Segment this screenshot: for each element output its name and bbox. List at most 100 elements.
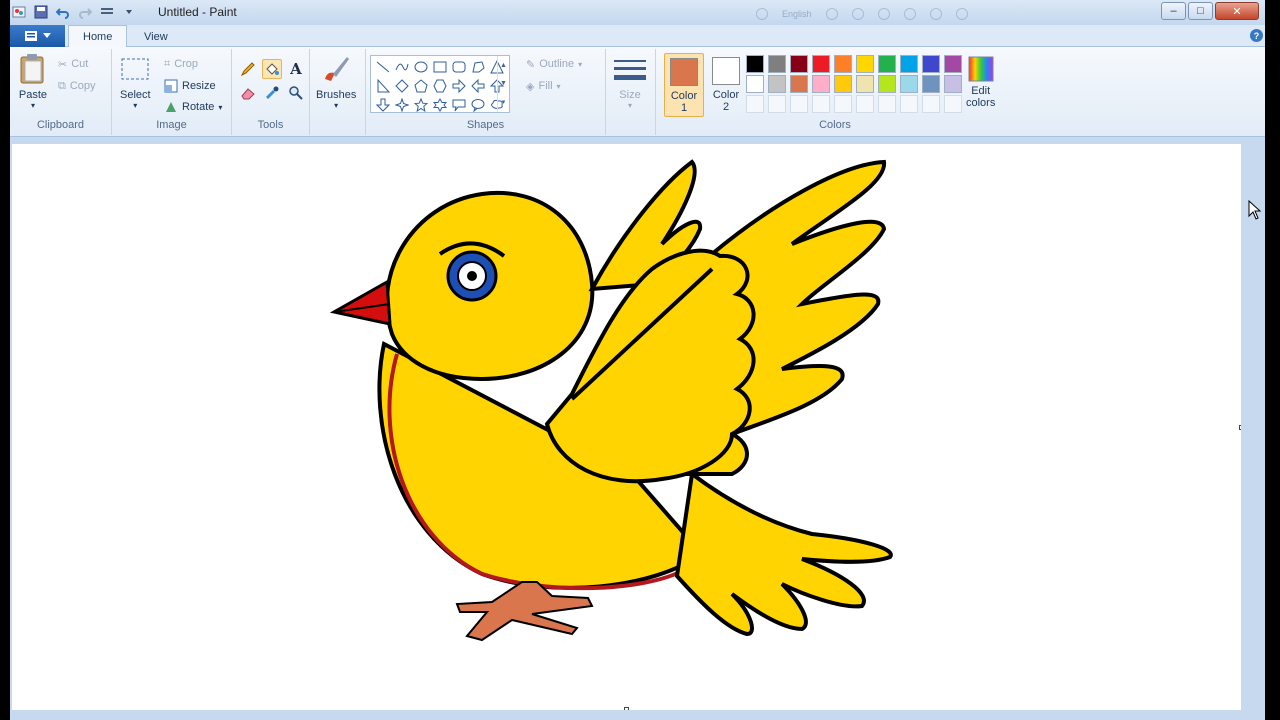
undo-icon[interactable] xyxy=(54,4,72,20)
size-button[interactable]: Size ▾ xyxy=(614,57,646,110)
cut-button[interactable]: ✂ Cut xyxy=(58,55,88,73)
resize-button[interactable]: Resize xyxy=(164,77,216,95)
palette-swatch[interactable] xyxy=(900,55,918,73)
brushes-button[interactable]: Brushes ▾ xyxy=(316,53,356,110)
customize-qat-icon[interactable] xyxy=(98,4,116,20)
palette-swatch[interactable] xyxy=(856,75,874,93)
edit-colors-button[interactable]: Edit colors xyxy=(966,55,995,109)
left-arrow-shape-icon[interactable] xyxy=(468,77,487,95)
palette-swatch[interactable] xyxy=(900,95,918,113)
palette-swatch[interactable] xyxy=(834,55,852,73)
clipboard-group-label: Clipboard xyxy=(36,119,85,131)
palette-swatch[interactable] xyxy=(746,55,764,73)
line-shape-icon[interactable] xyxy=(373,58,392,76)
rotate-button[interactable]: Rotate ▾ xyxy=(164,98,222,116)
oval-shape-icon[interactable] xyxy=(411,58,430,76)
palette-swatch[interactable] xyxy=(746,95,764,113)
palette-swatch[interactable] xyxy=(834,95,852,113)
canvas-resize-handle-right[interactable] xyxy=(1239,425,1241,430)
polygon-shape-icon[interactable] xyxy=(468,58,487,76)
paint-app-icon[interactable] xyxy=(10,4,28,20)
close-button[interactable]: ✕ xyxy=(1215,2,1259,20)
palette-swatch[interactable] xyxy=(944,55,962,73)
rect-callout-shape-icon[interactable] xyxy=(449,96,468,114)
save-icon[interactable] xyxy=(32,4,50,20)
minimize-button[interactable]: – xyxy=(1161,2,1186,20)
palette-swatch[interactable] xyxy=(812,55,830,73)
palette-swatch[interactable] xyxy=(746,75,764,93)
pentagon-shape-icon[interactable] xyxy=(411,77,430,95)
colors-group: Color 1 Color 2 Edit colors Colors xyxy=(660,49,1010,135)
fill-label: Fill xyxy=(538,80,553,92)
canvas-resize-handle-bottom[interactable] xyxy=(624,707,629,710)
bird-tail xyxy=(674,470,893,637)
help-icon[interactable]: ? xyxy=(1250,29,1263,42)
eraser-icon[interactable] xyxy=(238,83,258,103)
palette-swatch[interactable] xyxy=(944,75,962,93)
chevron-down-icon[interactable]: ▼ xyxy=(500,80,507,87)
select-button[interactable]: Select ▾ xyxy=(120,53,151,110)
text-tool-icon[interactable]: A xyxy=(286,59,306,79)
hexagon-shape-icon[interactable] xyxy=(430,77,449,95)
drawing-canvas[interactable] xyxy=(12,144,1241,710)
paste-button[interactable]: Paste ▾ xyxy=(18,53,48,110)
rounded-rectangle-shape-icon[interactable] xyxy=(449,58,468,76)
palette-swatch[interactable] xyxy=(790,55,808,73)
palette-swatch[interactable] xyxy=(812,95,830,113)
rotate-label: Rotate xyxy=(182,101,215,113)
expand-icon[interactable]: ▾ xyxy=(502,98,506,106)
oval-callout-shape-icon[interactable] xyxy=(468,96,487,114)
fill-button[interactable]: ◈ Fill ▾ xyxy=(526,77,561,95)
maximize-button[interactable]: □ xyxy=(1188,2,1213,20)
palette-swatch[interactable] xyxy=(856,55,874,73)
palette-swatch[interactable] xyxy=(768,95,786,113)
palette-swatch[interactable] xyxy=(878,95,896,113)
chevron-down-icon[interactable] xyxy=(120,4,138,20)
right-arrow-shape-icon[interactable] xyxy=(449,77,468,95)
crop-button[interactable]: ⌗ Crop xyxy=(164,55,198,73)
diamond-shape-icon[interactable] xyxy=(392,77,411,95)
outline-button[interactable]: ✎ Outline ▾ xyxy=(526,55,582,73)
tab-view[interactable]: View xyxy=(130,25,182,48)
palette-swatch[interactable] xyxy=(768,55,786,73)
curve-shape-icon[interactable] xyxy=(392,58,411,76)
chevron-up-icon[interactable]: ▲ xyxy=(500,62,507,69)
palette-swatch[interactable] xyxy=(922,75,940,93)
color2-button[interactable]: Color 2 xyxy=(706,53,746,117)
palette-swatch[interactable] xyxy=(944,95,962,113)
palette-swatch[interactable] xyxy=(790,95,808,113)
paint-menu-button[interactable] xyxy=(10,25,65,47)
pencil-icon[interactable] xyxy=(238,59,258,79)
ghost-overlay-toolbar: English xyxy=(742,4,1020,24)
color-picker-icon[interactable] xyxy=(262,83,282,103)
palette-swatch[interactable] xyxy=(900,75,918,93)
down-arrow-shape-icon[interactable] xyxy=(373,96,392,114)
five-point-star-shape-icon[interactable] xyxy=(411,96,430,114)
shapes-scroll[interactable]: ▲ ▼ ▾ xyxy=(497,56,509,112)
workspace xyxy=(10,138,1265,720)
palette-swatch[interactable] xyxy=(856,95,874,113)
palette-swatch[interactable] xyxy=(812,75,830,93)
right-triangle-shape-icon[interactable] xyxy=(373,77,392,95)
palette-swatch[interactable] xyxy=(922,95,940,113)
color1-label: Color xyxy=(670,90,698,102)
outline-icon: ✎ xyxy=(526,58,536,71)
rectangle-shape-icon[interactable] xyxy=(430,58,449,76)
overlay-icon xyxy=(877,8,890,20)
copy-button[interactable]: ⧉ Copy xyxy=(58,77,96,95)
fill-icon: ◈ xyxy=(526,80,535,93)
tab-home[interactable]: Home xyxy=(68,25,128,48)
palette-swatch[interactable] xyxy=(790,75,808,93)
palette-swatch[interactable] xyxy=(922,55,940,73)
fill-bucket-icon[interactable] xyxy=(262,59,282,79)
palette-swatch[interactable] xyxy=(878,75,896,93)
magnifier-icon[interactable] xyxy=(286,83,306,103)
shapes-gallery: ▲ ▼ ▾ xyxy=(370,55,510,113)
palette-swatch[interactable] xyxy=(834,75,852,93)
four-point-star-shape-icon[interactable] xyxy=(392,96,411,114)
color1-button[interactable]: Color 1 xyxy=(664,53,704,117)
redo-icon[interactable] xyxy=(76,4,94,20)
six-point-star-shape-icon[interactable] xyxy=(430,96,449,114)
palette-swatch[interactable] xyxy=(768,75,786,93)
palette-swatch[interactable] xyxy=(878,55,896,73)
